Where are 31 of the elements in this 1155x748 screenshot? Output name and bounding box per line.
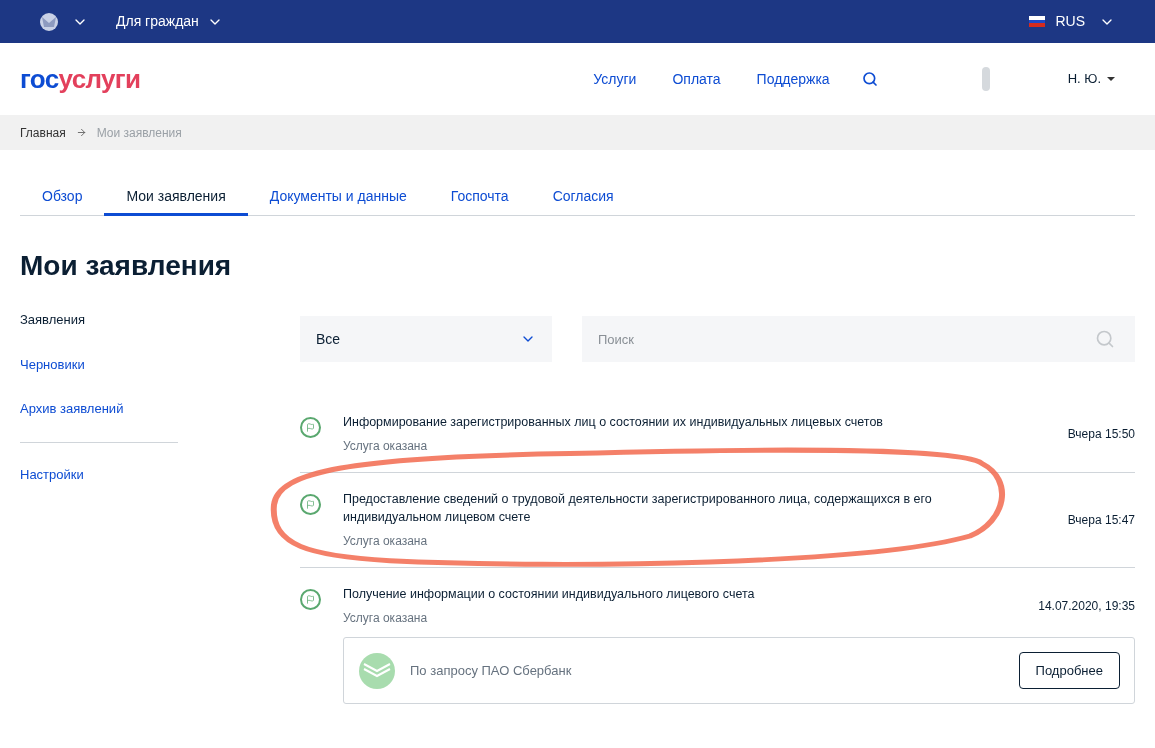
filter-dropdown[interactable]: Все [300, 316, 552, 362]
tab[interactable]: Госпочта [428, 180, 531, 216]
sidebar-item[interactable]: Архив заявлений [20, 399, 178, 419]
sidebar-item[interactable]: Черновики [20, 354, 178, 374]
nav-link[interactable]: Оплата [672, 68, 721, 90]
tab[interactable]: Обзор [20, 180, 105, 216]
tab[interactable]: Мои заявления [104, 180, 248, 216]
user-menu[interactable]: Н. Ю. [1067, 69, 1115, 89]
application-time: 14.07.2020, 19:35 [1038, 598, 1135, 615]
language-menu[interactable]: RUS [1029, 11, 1115, 32]
sidebar-item[interactable]: Настройки [20, 464, 178, 484]
logo[interactable]: госуслуги [20, 66, 141, 92]
tab[interactable]: Документы и данные [247, 180, 429, 216]
nav-link[interactable]: Поддержка [756, 68, 830, 90]
application-time: Вчера 15:47 [1067, 512, 1135, 529]
breadcrumb[interactable]: Главная [20, 123, 66, 142]
application-title[interactable]: Информирование зарегистрированных лиц о состоянии их индивидуальных лицевых счетов [343, 413, 1028, 431]
search-field[interactable]: Поиск [582, 316, 1135, 362]
application-status: Услуга оказана [343, 438, 429, 455]
page-title: Мои заявления [20, 252, 233, 280]
audience-menu[interactable]: Для граждан [116, 11, 223, 32]
details-button[interactable]: Подробнее [1018, 652, 1120, 689]
application-title[interactable]: Предоставление сведений о трудовой деятельности зарегистрированного лица, содержащихся в его индивидуальном лицевом счете [343, 490, 1028, 526]
application-time: Вчера 15:50 [1067, 426, 1135, 443]
application-status: Услуга оказана [343, 533, 429, 550]
application-status: Услуга оказана [343, 610, 429, 627]
tab[interactable]: Согласия [530, 180, 636, 216]
application-title[interactable]: Получение информации о состоянии индивидуального лицевого счета [343, 585, 999, 603]
attachment-text: По запросу ПАО Сбербанк [410, 661, 572, 680]
sidebar-item[interactable]: Заявления [20, 310, 178, 330]
nav-link[interactable]: Услуги [593, 68, 637, 90]
